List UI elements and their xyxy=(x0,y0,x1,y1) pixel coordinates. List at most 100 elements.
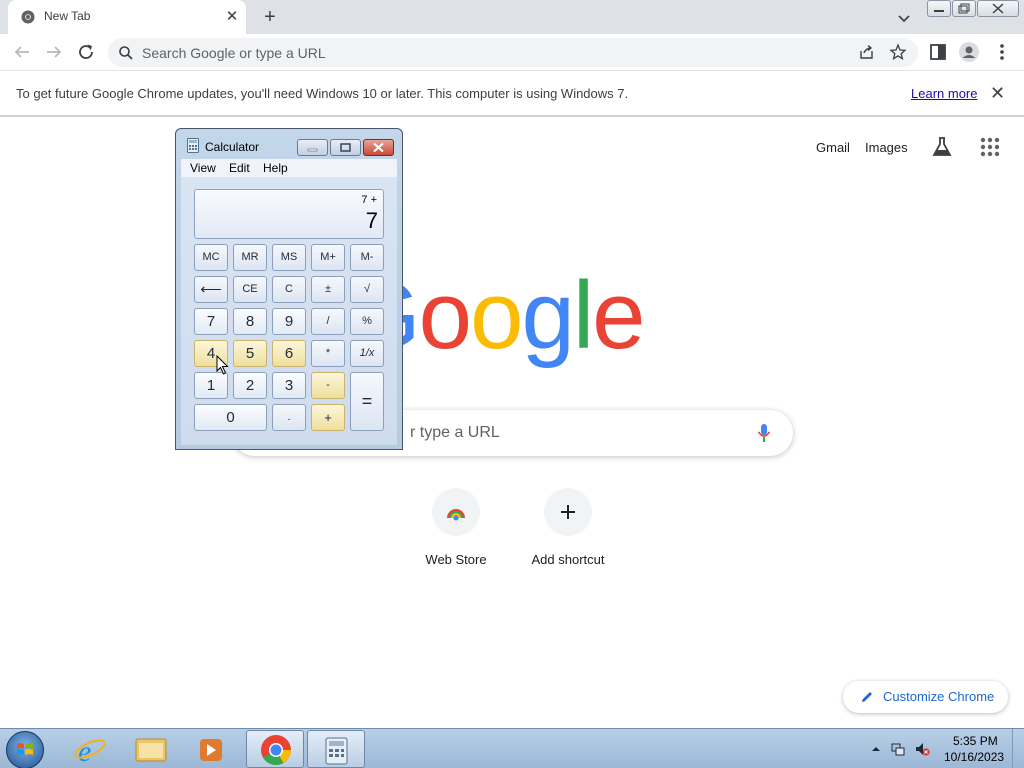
share-icon[interactable] xyxy=(858,44,875,61)
maximize-icon xyxy=(340,143,351,152)
show-hidden-icons-icon[interactable] xyxy=(868,741,884,757)
key-reciprocal[interactable]: 1/x xyxy=(350,340,384,367)
learn-more-link[interactable]: Learn more xyxy=(911,86,977,101)
key-divide[interactable]: / xyxy=(311,308,345,335)
menu-view[interactable]: View xyxy=(190,161,216,175)
shortcut-add[interactable]: Add shortcut xyxy=(512,488,624,578)
infobar-close-icon[interactable]: ✕ xyxy=(990,83,1005,104)
web-store-icon xyxy=(432,488,480,536)
key-m-plus[interactable]: M+ xyxy=(311,244,345,271)
tab-close-icon[interactable]: ✕ xyxy=(222,7,242,27)
menu-help[interactable]: Help xyxy=(263,161,288,175)
labs-flask-icon[interactable] xyxy=(930,135,954,159)
display-value: 7 xyxy=(365,208,378,233)
forward-icon[interactable] xyxy=(42,40,66,64)
clock-date[interactable]: 10/16/2023 xyxy=(944,750,1004,764)
internet-explorer-icon: e xyxy=(74,735,106,768)
key-ms[interactable]: MS xyxy=(272,244,306,271)
close-icon xyxy=(373,142,384,153)
calculator-minimize-button[interactable] xyxy=(297,139,328,156)
windows-logo-icon xyxy=(17,743,33,755)
key-plus-minus[interactable]: ± xyxy=(311,276,345,303)
back-icon[interactable] xyxy=(10,40,34,64)
tab-search-chevron-icon[interactable] xyxy=(894,8,914,28)
tab-title: New Tab xyxy=(44,9,91,23)
clock-time[interactable]: 5:35 PM xyxy=(953,734,998,748)
omnibox[interactable]: Search Google or type a URL xyxy=(108,38,918,67)
tab-new-tab[interactable]: New Tab ✕ xyxy=(8,0,246,34)
calculator-maximize-button[interactable] xyxy=(330,139,361,156)
key-7[interactable]: 7 xyxy=(194,308,228,335)
minimize-button[interactable] xyxy=(927,0,951,17)
calculator-app-icon xyxy=(187,138,199,153)
taskbar-explorer[interactable] xyxy=(122,730,180,768)
gmail-link[interactable]: Gmail xyxy=(816,140,850,155)
voice-search-mic-icon[interactable] xyxy=(756,423,772,443)
close-icon xyxy=(992,3,1004,14)
key-sqrt[interactable]: √ xyxy=(350,276,384,303)
screen: New Tab ✕ + Search Google or type a URL … xyxy=(0,0,1024,768)
customize-chrome-button[interactable]: Customize Chrome xyxy=(843,681,1008,713)
reload-icon[interactable] xyxy=(74,40,98,64)
key-c[interactable]: C xyxy=(272,276,306,303)
mouse-cursor-icon xyxy=(216,355,229,375)
restore-button[interactable] xyxy=(952,0,976,17)
key-backspace[interactable]: ⟵ xyxy=(194,276,228,303)
key-minus[interactable]: - xyxy=(311,372,345,399)
key-decimal[interactable]: . xyxy=(272,404,306,431)
key-5[interactable]: 5 xyxy=(233,340,267,367)
restore-icon xyxy=(958,3,970,14)
images-link[interactable]: Images xyxy=(865,140,908,155)
calculator-titlebar[interactable]: Calculator xyxy=(176,129,402,159)
taskbar-chrome[interactable] xyxy=(246,730,304,768)
key-mc[interactable]: MC xyxy=(194,244,228,271)
key-6[interactable]: 6 xyxy=(272,340,306,367)
taskbar-media-player[interactable] xyxy=(183,730,241,768)
key-m-minus[interactable]: M- xyxy=(350,244,384,271)
show-desktop-button[interactable] xyxy=(1012,729,1024,768)
key-multiply[interactable]: * xyxy=(311,340,345,367)
svg-text:e: e xyxy=(78,735,91,768)
tab-strip: New Tab ✕ + xyxy=(0,0,1024,34)
key-8[interactable]: 8 xyxy=(233,308,267,335)
minimize-icon xyxy=(307,148,318,152)
menu-edit[interactable]: Edit xyxy=(229,161,250,175)
calculator-window[interactable]: Calculator View Edit Help 7 + 7 MC MR MS… xyxy=(175,128,403,450)
plus-icon xyxy=(544,488,592,536)
side-panel-icon[interactable] xyxy=(926,40,950,64)
key-3[interactable]: 3 xyxy=(272,372,306,399)
shortcut-web-store[interactable]: Web Store xyxy=(400,488,512,578)
bookmark-star-icon[interactable] xyxy=(889,43,907,61)
key-1[interactable]: 1 xyxy=(194,372,228,399)
new-tab-button[interactable]: + xyxy=(258,5,282,29)
key-2[interactable]: 2 xyxy=(233,372,267,399)
minimize-icon xyxy=(934,10,944,12)
calculator-display: 7 + 7 xyxy=(194,189,384,239)
profile-avatar-icon[interactable] xyxy=(957,40,981,64)
network-icon[interactable] xyxy=(890,741,906,757)
customize-chrome-label: Customize Chrome xyxy=(883,689,995,704)
key-plus[interactable]: + xyxy=(311,404,345,431)
taskbar: e xyxy=(0,728,1024,768)
browser-toolbar: Search Google or type a URL xyxy=(0,34,1024,71)
chrome-menu-icon[interactable] xyxy=(990,40,1014,64)
calculator-title: Calculator xyxy=(205,140,260,154)
key-equals[interactable]: = xyxy=(350,372,384,431)
taskbar-internet-explorer[interactable]: e xyxy=(61,730,119,768)
display-expression: 7 + xyxy=(361,194,377,206)
pencil-icon xyxy=(862,692,872,702)
google-apps-grid-icon[interactable] xyxy=(980,137,1000,157)
key-percent[interactable]: % xyxy=(350,308,384,335)
key-mr[interactable]: MR xyxy=(233,244,267,271)
start-button[interactable] xyxy=(6,731,44,768)
key-0[interactable]: 0 xyxy=(194,404,267,431)
update-infobar: To get future Google Chrome updates, you… xyxy=(0,72,1024,117)
omnibox-placeholder: Search Google or type a URL xyxy=(142,45,326,61)
close-window-button[interactable] xyxy=(977,0,1019,17)
taskbar-calculator[interactable] xyxy=(307,730,365,768)
calculator-close-button[interactable] xyxy=(363,139,394,156)
key-9[interactable]: 9 xyxy=(272,308,306,335)
volume-muted-icon[interactable] xyxy=(914,741,930,757)
folder-icon xyxy=(135,738,167,762)
key-ce[interactable]: CE xyxy=(233,276,267,303)
